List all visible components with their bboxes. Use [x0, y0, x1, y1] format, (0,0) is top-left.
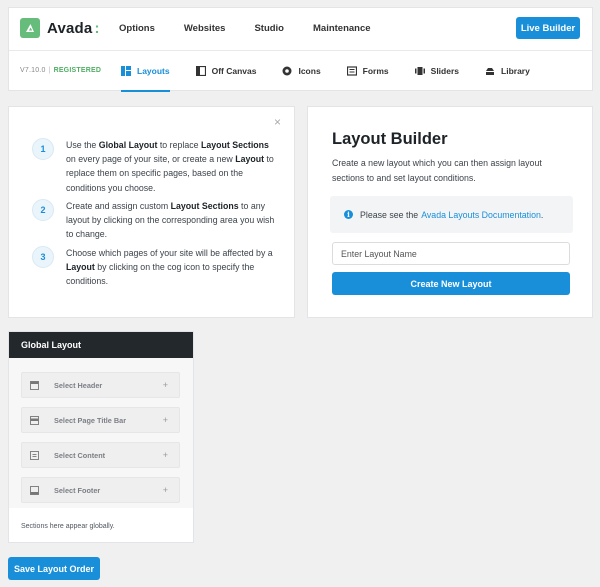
- plus-icon[interactable]: +: [163, 415, 168, 425]
- footer-icon: [30, 485, 39, 495]
- version-number: V7.10.0: [20, 67, 46, 74]
- section-label: Select Footer: [54, 485, 101, 495]
- builder-description: Create a new layout which you can then a…: [332, 158, 542, 183]
- nav-maintenance[interactable]: Maintenance: [313, 23, 371, 34]
- tab-label: Forms: [362, 66, 389, 76]
- page-title-bar-icon: [30, 415, 39, 425]
- icons-icon: [282, 66, 292, 76]
- tab-off-canvas[interactable]: Off Canvas: [195, 50, 257, 92]
- instruction-step: 3 Choose which pages of your site will b…: [32, 246, 278, 289]
- select-header-section[interactable]: Select Header +: [21, 372, 180, 398]
- layouts-icon: [121, 66, 131, 76]
- save-layout-order-button[interactable]: Save Layout Order: [8, 557, 100, 580]
- create-new-layout-button[interactable]: Create New Layout: [332, 272, 570, 295]
- avada-brand[interactable]: Avada :: [20, 18, 99, 38]
- tab-sliders[interactable]: Sliders: [414, 50, 460, 92]
- plus-icon[interactable]: +: [163, 450, 168, 460]
- select-page-title-bar-section[interactable]: Select Page Title Bar +: [21, 407, 180, 433]
- registered-badge: REGISTERED: [53, 67, 102, 74]
- top-nav: Options Websites Studio Maintenance: [119, 23, 400, 34]
- forms-icon: [346, 66, 357, 76]
- version-info: V7.10.0 | REGISTERED: [20, 67, 101, 74]
- tab-label: Sliders: [430, 66, 460, 76]
- step-text: Create and assign custom Layout Sections…: [66, 201, 275, 240]
- global-layout-note: Sections here appear globally.: [21, 523, 115, 530]
- step-text: Choose which pages of your site will be …: [66, 248, 273, 287]
- header-icon: [30, 380, 39, 390]
- tab-label: Layouts: [137, 66, 170, 76]
- tab-label: Off Canvas: [211, 66, 257, 76]
- documentation-notice: i Please see the Avada Layouts Documenta…: [330, 196, 573, 233]
- instruction-step: 2 Create and assign custom Layout Sectio…: [32, 199, 278, 242]
- select-content-section[interactable]: Select Content +: [21, 442, 180, 468]
- library-icon: [486, 68, 495, 75]
- step-number: 2: [32, 199, 54, 221]
- tab-label: Icons: [298, 66, 321, 76]
- notice-period: .: [540, 209, 544, 220]
- section-label: Select Content: [54, 450, 106, 460]
- notice-text: Please see the: [360, 209, 419, 220]
- avada-logo-icon: [20, 18, 40, 38]
- section-label: Select Header: [54, 380, 103, 390]
- instruction-step: 1 Use the Global Layout to replace Layou…: [32, 138, 278, 195]
- nav-studio[interactable]: Studio: [254, 23, 284, 34]
- tab-icons[interactable]: Icons: [282, 50, 321, 92]
- global-layout-title: Global Layout: [9, 332, 193, 358]
- layout-name-input[interactable]: Enter Layout Name: [332, 242, 570, 265]
- plus-icon[interactable]: +: [163, 485, 168, 495]
- off-canvas-icon: [195, 66, 206, 76]
- tab-forms[interactable]: Forms: [346, 50, 389, 92]
- version-separator: |: [48, 67, 51, 74]
- instructions-panel: × 1 Use the Global Layout to replace Lay…: [8, 106, 295, 318]
- step-number: 3: [32, 246, 54, 268]
- global-layout-sections: Select Header + Select Page Title Bar + …: [9, 358, 193, 508]
- section-label: Select Page Title Bar: [54, 415, 127, 425]
- info-icon: i: [344, 210, 353, 219]
- nav-websites[interactable]: Websites: [184, 23, 226, 34]
- sub-nav: Layouts Off Canvas Icons Forms Sliders L…: [121, 50, 556, 92]
- tab-library[interactable]: Library: [485, 50, 530, 92]
- top-header: Avada : Options Websites Studio Maintena…: [8, 7, 593, 92]
- close-icon[interactable]: ×: [274, 116, 281, 128]
- tab-layouts[interactable]: Layouts: [121, 50, 170, 92]
- page-title: Layout Builder: [332, 130, 448, 148]
- global-layout-card: Global Layout Select Header + Select Pag…: [8, 331, 194, 543]
- nav-options[interactable]: Options: [119, 23, 155, 34]
- layout-builder-panel: Layout Builder Create a new layout which…: [307, 106, 593, 318]
- step-text: Use the Global Layout to replace Layout …: [66, 140, 274, 193]
- brand-name: Avada: [47, 19, 93, 37]
- select-footer-section[interactable]: Select Footer +: [21, 477, 180, 503]
- sliders-icon: [414, 67, 425, 75]
- step-number: 1: [32, 138, 54, 160]
- live-builder-button[interactable]: Live Builder: [516, 17, 580, 39]
- brand-colon: :: [94, 19, 100, 37]
- plus-icon[interactable]: +: [163, 380, 168, 390]
- tab-label: Library: [501, 66, 530, 76]
- content-icon: [30, 450, 39, 460]
- documentation-link[interactable]: Avada Layouts Documentation: [421, 210, 541, 220]
